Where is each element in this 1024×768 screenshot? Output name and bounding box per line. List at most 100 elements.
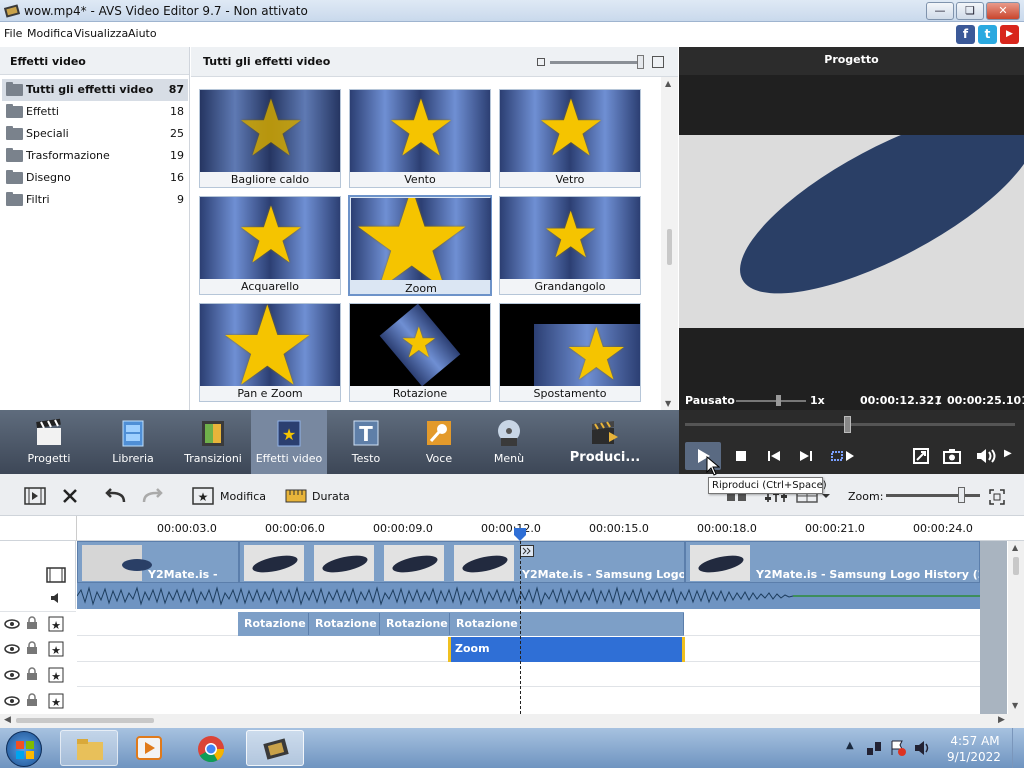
menu-visualizza[interactable]: Visualizza (74, 27, 128, 40)
effect-vento[interactable]: ★ Vento (349, 89, 491, 188)
fit-timeline-icon[interactable] (989, 489, 1005, 505)
toolbar-effetti-video[interactable]: ★ Effetti video (251, 410, 327, 474)
stop-icon[interactable] (735, 450, 747, 462)
effect-track-4-lane[interactable] (77, 689, 980, 713)
category-effetti[interactable]: Effetti 18 (2, 101, 188, 123)
taskbar-media-player[interactable] (120, 730, 178, 766)
timeline-ruler[interactable]: 00:00:03.0 00:00:06.0 00:00:09.0 00:00:1… (0, 516, 1024, 541)
effect-zoom[interactable]: ★ Zoom (348, 195, 492, 296)
toolbar-voce[interactable]: Voce (406, 410, 472, 474)
category-speciali[interactable]: Speciali 25 (2, 123, 188, 145)
taskbar-avs-video-editor[interactable] (246, 730, 304, 766)
loop-play-icon[interactable] (831, 450, 855, 462)
start-button[interactable] (6, 731, 42, 767)
gallery-scrollbar-thumb[interactable] (667, 229, 672, 265)
effect-bagliore-caldo[interactable]: ★ Bagliore caldo (199, 89, 341, 188)
speaker-icon[interactable] (914, 740, 932, 756)
effect-clip-rotazione[interactable]: Rotazione (309, 613, 380, 635)
effect-grandangolo[interactable]: ★ Grandangolo (499, 196, 641, 295)
eye-icon[interactable] (4, 643, 20, 655)
youtube-icon[interactable]: ▶ (1000, 25, 1019, 44)
effect-pan-e-zoom[interactable]: ★ Pan e Zoom (199, 303, 341, 402)
minimize-button[interactable]: — (926, 2, 954, 20)
effect-rotazione[interactable]: ★ Rotazione (349, 303, 491, 402)
zoom-slider-handle[interactable] (958, 487, 965, 503)
playback-speed[interactable]: 1x (810, 394, 825, 407)
network-icon[interactable] (866, 740, 882, 756)
svg-text:★: ★ (51, 670, 61, 683)
horizontal-scrollbar-thumb[interactable] (16, 718, 154, 723)
menu-aiuto[interactable]: Aiuto (128, 27, 157, 40)
toolbar-libreria[interactable]: Libreria (100, 410, 166, 474)
media-player-icon (136, 736, 162, 760)
video-clip[interactable]: Y2Mate.is - Samsung Logo History (2... (685, 541, 980, 583)
menu-file[interactable]: File (4, 27, 22, 40)
next-frame-icon[interactable] (799, 450, 813, 462)
zoom-slider[interactable] (886, 494, 980, 497)
thumb-size-slider[interactable] (550, 61, 642, 64)
volume-dropdown-icon[interactable]: ▶ (1004, 448, 1012, 459)
preview-video[interactable] (679, 135, 1024, 328)
effect-track-2-lane[interactable]: Zoom (77, 637, 980, 662)
action-center-icon[interactable] (890, 740, 906, 756)
category-trasformazione[interactable]: Trasformazione 19 (2, 145, 188, 167)
effect-track-3-lane[interactable] (77, 663, 980, 687)
lock-icon[interactable] (26, 641, 38, 655)
eye-icon[interactable] (4, 618, 20, 630)
restore-button[interactable]: ❏ (956, 2, 984, 20)
twitter-icon[interactable]: t (978, 25, 997, 44)
toolbar-progetti[interactable]: Progetti (16, 410, 82, 474)
redo-icon[interactable] (140, 488, 164, 504)
duration-button[interactable]: Durata (312, 490, 350, 503)
small-thumbs-icon[interactable] (537, 58, 545, 66)
effect-clip-rotazione[interactable]: Rotazione (380, 613, 450, 635)
seek-bar-handle[interactable] (844, 416, 851, 433)
lock-icon[interactable] (26, 616, 38, 630)
delete-icon[interactable] (62, 488, 78, 504)
timeline-vertical-scrollbar[interactable]: ▲ ▼ (1008, 541, 1024, 714)
effect-clip-rotazione[interactable]: Rotazione (238, 613, 309, 635)
toolbar-menu[interactable]: Menù (476, 410, 542, 474)
gallery-scrollbar[interactable]: ▲ ▼ (661, 77, 678, 410)
eye-icon[interactable] (4, 669, 20, 681)
tray-expand-icon[interactable]: ▲ (846, 740, 854, 751)
effect-acquarello[interactable]: ★ Acquarello (199, 196, 341, 295)
lock-icon[interactable] (26, 693, 38, 707)
undo-icon[interactable] (104, 488, 128, 504)
video-track-lane[interactable]: Y2Mate.is - S... Y2Mate.is - Samsung Log… (77, 541, 980, 609)
volume-icon[interactable] (976, 448, 996, 464)
transition-marker-icon[interactable] (520, 545, 534, 557)
video-clip[interactable]: Y2Mate.is - S... (77, 541, 239, 583)
lock-icon[interactable] (26, 667, 38, 681)
show-desktop-button[interactable] (1012, 728, 1024, 768)
timeline-horizontal-scrollbar[interactable]: ◀ ▶ (0, 714, 1024, 728)
toolbar-testo[interactable]: T Testo (333, 410, 399, 474)
playhead-marker-icon[interactable] (513, 527, 527, 541)
taskbar-chrome[interactable] (182, 730, 240, 766)
menu-modifica[interactable]: Modifica (27, 27, 73, 40)
thumb-size-slider-handle[interactable] (637, 55, 644, 69)
effect-clip-zoom[interactable]: Zoom (448, 637, 685, 662)
category-all-effects[interactable]: Tutti gli effetti video 87 (2, 79, 188, 101)
volume-slider[interactable] (736, 400, 806, 402)
category-disegno[interactable]: Disegno 16 (2, 167, 188, 189)
effect-clip-rotazione[interactable]: Rotazione (450, 613, 684, 635)
video-clip[interactable]: Y2Mate.is - Samsung Logo ... (239, 541, 685, 583)
fullscreen-icon[interactable] (913, 448, 929, 464)
effect-spostamento[interactable]: ★ Spostamento (499, 303, 641, 402)
storyboard-toggle-icon[interactable] (24, 487, 46, 505)
eye-icon[interactable] (4, 695, 20, 707)
effect-vetro[interactable]: ★ Vetro (499, 89, 641, 188)
category-filtri[interactable]: Filtri 9 (2, 189, 188, 211)
large-thumbs-icon[interactable] (652, 56, 664, 68)
facebook-icon[interactable]: f (956, 25, 975, 44)
toolbar-transizioni[interactable]: Transizioni (180, 410, 246, 474)
snapshot-camera-icon[interactable] (943, 448, 961, 464)
volume-slider-handle[interactable] (776, 395, 781, 406)
close-button[interactable]: ✕ (986, 2, 1020, 20)
effect-track-1-lane[interactable]: Rotazione Rotazione Rotazione Rotazione (77, 612, 980, 636)
previous-frame-icon[interactable] (767, 450, 781, 462)
modify-button[interactable]: Modifica (220, 490, 266, 503)
taskbar-explorer[interactable] (60, 730, 118, 766)
toolbar-produci[interactable]: Produci... (568, 410, 642, 474)
